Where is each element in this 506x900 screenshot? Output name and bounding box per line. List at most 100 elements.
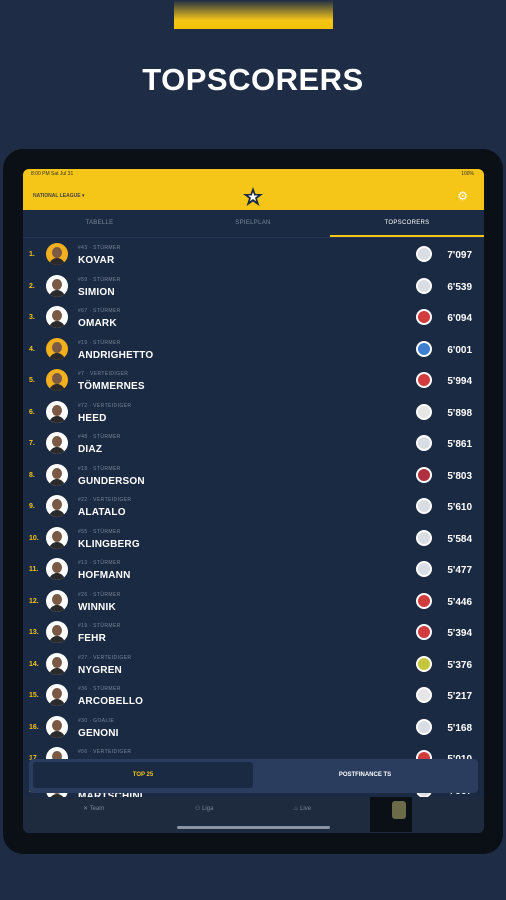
- team-logo-icon: [416, 624, 432, 640]
- team-logo-icon: [416, 246, 432, 262]
- app-screen: 8:00 PM Sat Jul 31 100% NATIONAL LEAGUE …: [23, 169, 484, 833]
- player-row[interactable]: 13. #19 · STÜRMER FEHR 5'394: [23, 616, 484, 647]
- team-logo-icon: [416, 435, 432, 451]
- player-meta: #22 · VERTEIDIGER: [78, 497, 132, 503]
- nav-liga-label: Liga: [202, 806, 214, 812]
- player-name: GUNDERSON: [78, 475, 145, 487]
- player-row[interactable]: 15. #36 · STÜRMER ARCOBELLO 5'217: [23, 679, 484, 710]
- player-score: 7'097: [447, 250, 472, 261]
- liga-icon: ⚇: [195, 806, 201, 812]
- top-accent-bar: [174, 0, 333, 29]
- tab-spielplan[interactable]: SPIELPLAN: [176, 210, 330, 237]
- player-rank: 10.: [29, 534, 39, 542]
- player-avatar: [46, 589, 68, 612]
- player-row[interactable]: 14. #27 · VERTEIDIGER NYGREN 5'376: [23, 648, 484, 679]
- team-logo-icon: [416, 718, 432, 735]
- team-logo-icon: [416, 529, 432, 546]
- player-row[interactable]: 3. #67 · STÜRMER OMARK 6'094: [23, 301, 484, 332]
- gear-icon[interactable]: ⚙: [457, 189, 468, 203]
- player-name: HOFMANN: [78, 570, 131, 581]
- player-name: GENONI: [78, 727, 119, 739]
- app-logo-icon: [243, 187, 263, 206]
- player-rank: 2.: [29, 282, 35, 290]
- player-name: OMARK: [78, 318, 117, 329]
- live-icon: ♨: [293, 806, 299, 812]
- team-logo-icon: [416, 687, 432, 703]
- player-rank: 16.: [29, 723, 39, 731]
- player-avatar: [46, 463, 68, 486]
- player-score: 5'394: [447, 628, 472, 639]
- player-row[interactable]: 5. #7 · VERTEIDIGER TÖMMERNES 5'994: [23, 364, 484, 395]
- team-logo-icon: [416, 561, 432, 577]
- player-row[interactable]: 8. #18 · STÜRMER GUNDERSON 5'803: [23, 459, 484, 490]
- player-avatar: [46, 684, 68, 706]
- player-row[interactable]: 2. #59 · STÜRMER SIMION 6'539: [23, 270, 484, 301]
- toggle-postfinance[interactable]: POSTFINANCE TS: [255, 762, 475, 788]
- player-rank: 5.: [29, 377, 35, 384]
- player-row[interactable]: 6. #72 · VERTEIDIGER HEED 5'898: [23, 396, 484, 427]
- player-rank: 9.: [29, 503, 35, 510]
- player-rank: 15.: [29, 692, 39, 699]
- player-score: 5'477: [447, 565, 472, 576]
- player-rank: 12.: [29, 597, 39, 605]
- player-row[interactable]: 12. #26 · STÜRMER WINNIK 5'446: [23, 585, 484, 616]
- team-logo-icon: [416, 592, 432, 609]
- player-row[interactable]: 11. #13 · STÜRMER HOFMANN 5'477: [23, 553, 484, 584]
- player-avatar: [46, 495, 68, 517]
- player-avatar: [46, 306, 68, 328]
- player-avatar: [46, 621, 68, 643]
- player-row[interactable]: 10. #55 · STÜRMER KLINGBERG 5'584: [23, 522, 484, 553]
- tab-topscorers[interactable]: TOPSCORERS: [330, 210, 484, 237]
- player-rank: 6.: [29, 408, 35, 416]
- player-row[interactable]: 9. #22 · VERTEIDIGER ALATALO 5'610: [23, 490, 484, 521]
- player-rank: 4.: [29, 345, 35, 353]
- nav-liga[interactable]: ⚇ Liga: [195, 805, 213, 812]
- nav-live-label: Live: [300, 806, 312, 812]
- player-avatar: [46, 715, 68, 738]
- team-logo-icon: [416, 372, 432, 388]
- toggle-top25[interactable]: TOP 25: [33, 762, 253, 788]
- team-logo-icon: [416, 277, 432, 294]
- player-meta: #36 · STÜRMER: [78, 686, 121, 692]
- player-meta: #26 · STÜRMER: [78, 591, 121, 598]
- player-meta: #48 · STÜRMER: [78, 434, 121, 440]
- home-indicator: [177, 826, 330, 829]
- player-score: 5'861: [447, 439, 472, 450]
- player-meta: #56 · VERTEIDIGER: [78, 749, 132, 755]
- player-score: 5'803: [447, 470, 472, 482]
- player-name: DIAZ: [78, 444, 103, 455]
- player-meta: #30 · GOALIE: [78, 717, 115, 724]
- player-row[interactable]: 4. #19 · STÜRMER ANDRIGHETTO 6'001: [23, 333, 484, 364]
- player-rank: 7.: [29, 440, 35, 447]
- player-name: NYGREN: [78, 664, 122, 676]
- player-name: KOVAR: [78, 255, 115, 266]
- league-selector[interactable]: NATIONAL LEAGUE ▾: [33, 193, 85, 199]
- team-logo-icon: [416, 498, 432, 514]
- nav-live[interactable]: ♨ Live: [293, 805, 311, 812]
- player-score: 6'539: [447, 281, 472, 293]
- player-row[interactable]: 16. #30 · GOALIE GENONI 5'168: [23, 711, 484, 742]
- player-score: 5'610: [447, 502, 472, 513]
- player-avatar: [46, 337, 68, 360]
- nav-team[interactable]: ✕ Team: [83, 805, 104, 812]
- status-time: 8:00 PM Sat Jul 31: [31, 171, 74, 177]
- player-score: 6'094: [447, 313, 472, 324]
- player-avatar: [46, 652, 68, 675]
- player-meta: #27 · VERTEIDIGER: [78, 654, 132, 661]
- league-label: NATIONAL LEAGUE: [33, 193, 81, 199]
- player-name: ANDRIGHETTO: [78, 349, 154, 361]
- tab-tabelle[interactable]: TABELLE: [23, 210, 176, 237]
- player-rank: 3.: [29, 314, 35, 321]
- list-toggle: TOP 25 POSTFINANCE TS: [29, 759, 478, 793]
- player-row[interactable]: 1. #43 · STÜRMER KOVAR 7'097: [23, 238, 484, 269]
- player-score: 5'168: [447, 722, 472, 734]
- player-name: SIMION: [78, 286, 115, 298]
- team-logo-icon: [416, 403, 432, 420]
- nav-team-label: Team: [89, 806, 105, 812]
- player-meta: #59 · STÜRMER: [78, 276, 121, 283]
- player-row[interactable]: 7. #48 · STÜRMER DIAZ 5'861: [23, 427, 484, 458]
- player-name: TÖMMERNES: [78, 381, 145, 392]
- player-name: HEED: [78, 412, 107, 424]
- player-score: 5'898: [447, 407, 472, 419]
- tab-bar: TABELLE SPIELPLAN TOPSCORERS: [23, 210, 484, 238]
